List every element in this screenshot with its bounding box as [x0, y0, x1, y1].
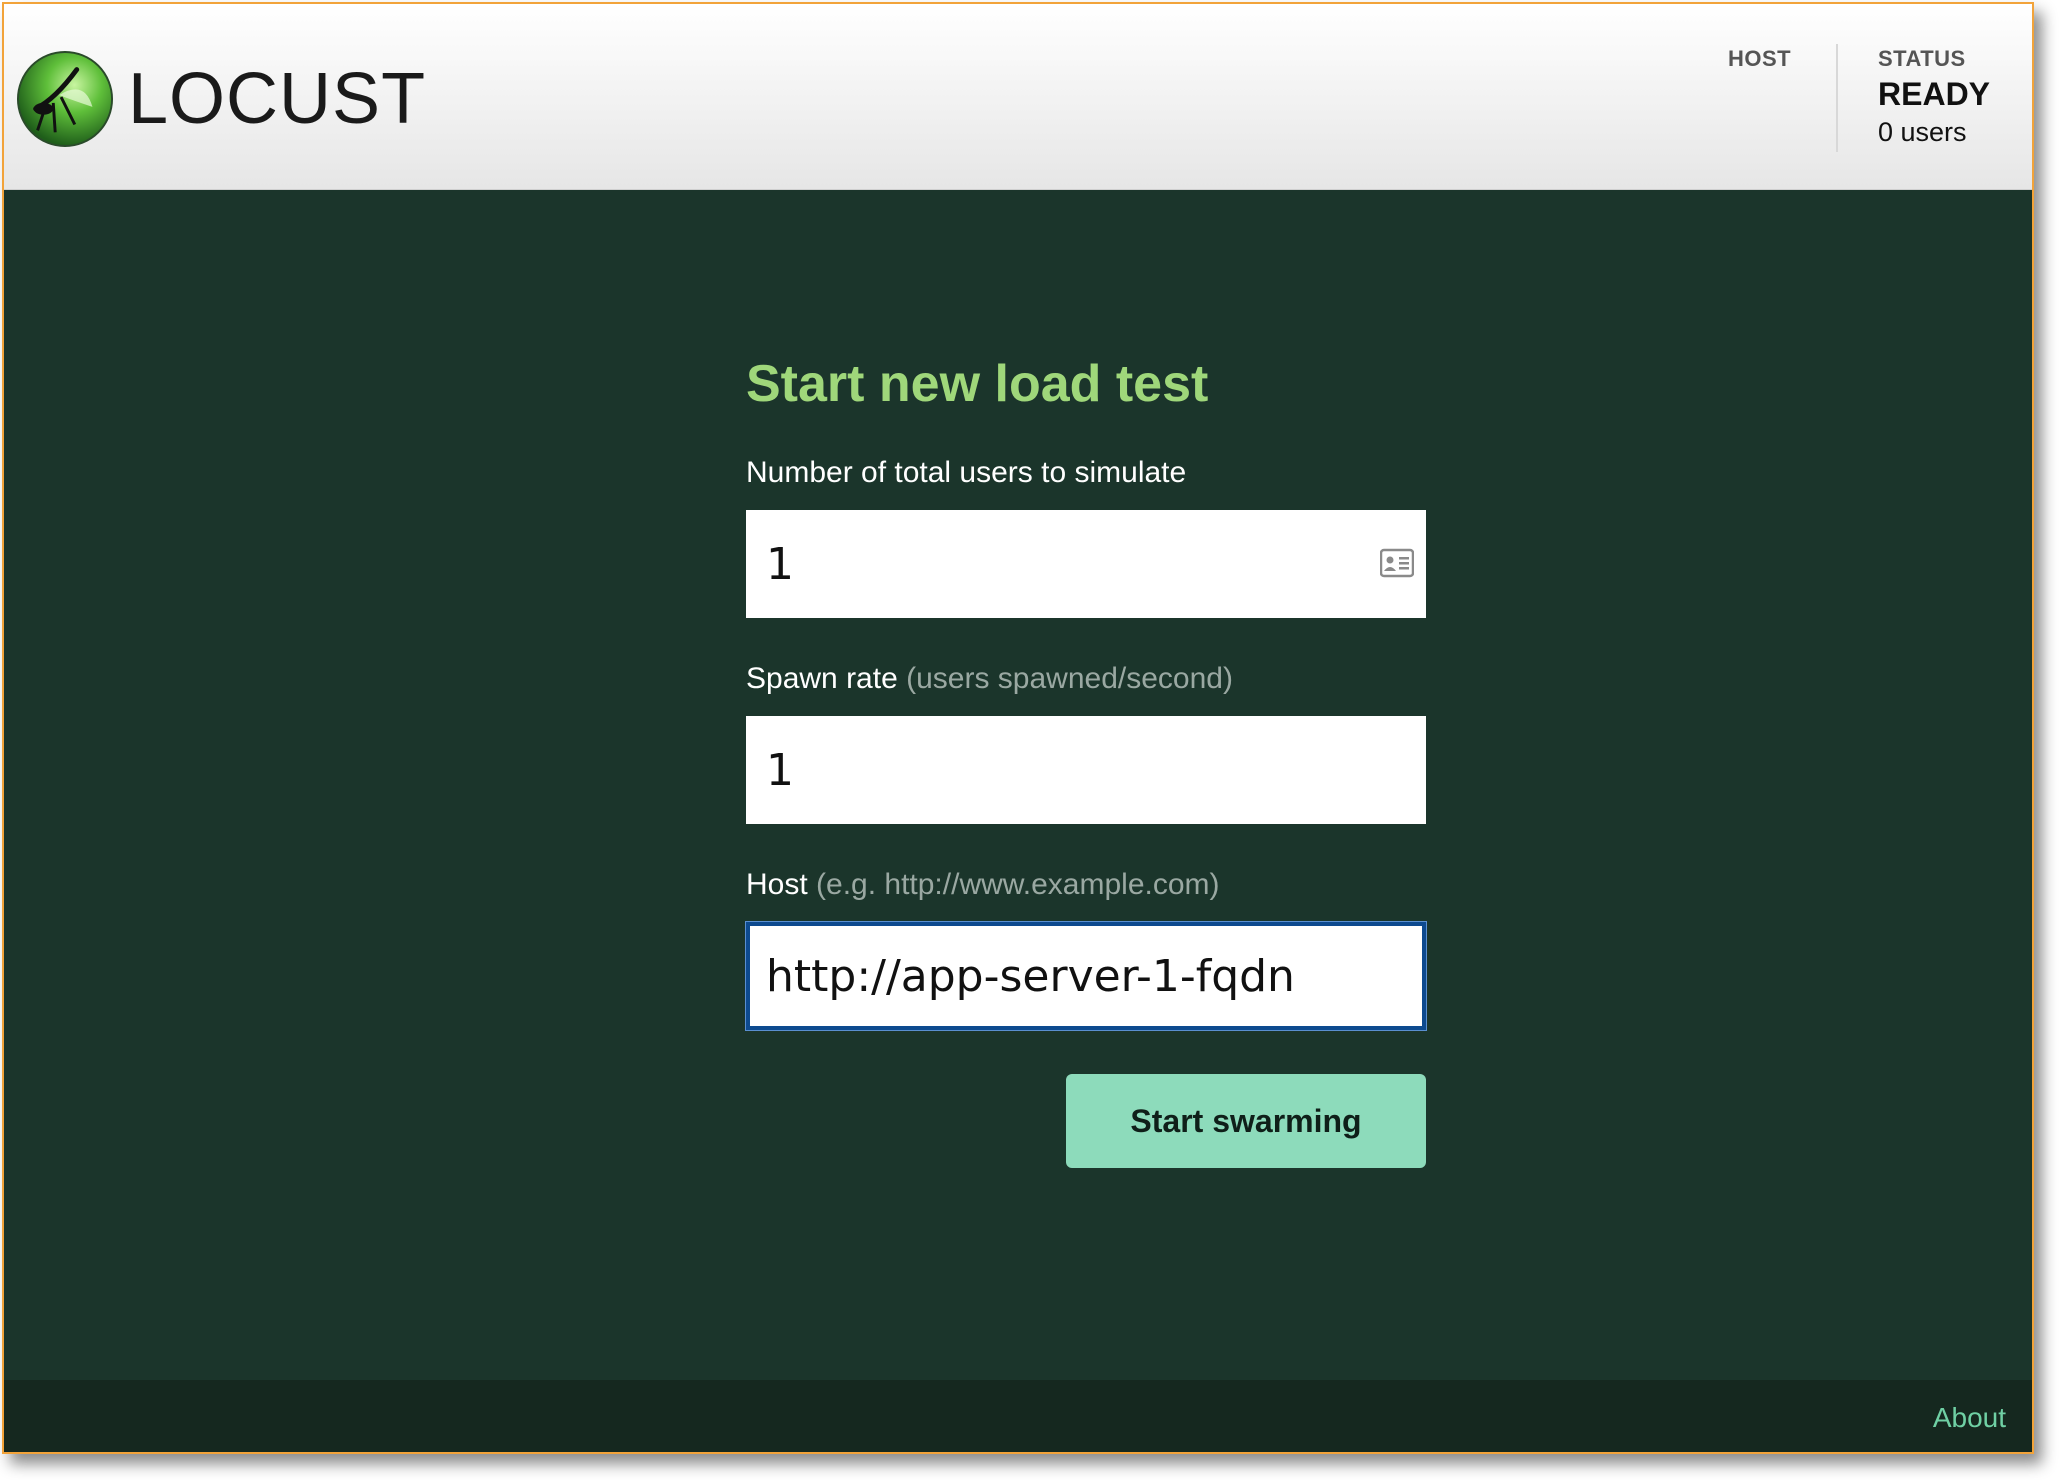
user-count: 0 users — [1878, 117, 1967, 147]
users-field — [746, 510, 1426, 618]
start-test-form: Start new load test Number of total user… — [746, 354, 1426, 1168]
spawn-rate-input[interactable] — [746, 716, 1426, 824]
host-field — [746, 922, 1426, 1030]
footer: About — [4, 1380, 2032, 1452]
form-actions: Start swarming — [746, 1074, 1426, 1168]
locust-logo-icon — [16, 50, 114, 148]
host-label: HOST — [1728, 46, 1792, 71]
about-link[interactable]: About — [1933, 1402, 2006, 1434]
logo[interactable]: LOCUST — [16, 50, 426, 148]
host-hint: (e.g. http://www.example.com) — [816, 868, 1220, 901]
host-input[interactable] — [750, 926, 1422, 1026]
spawn-rate-field — [746, 716, 1426, 824]
host-label-text: Host — [746, 868, 808, 901]
spawn-rate-label-text: Spawn rate — [746, 662, 898, 695]
app-window: LOCUST HOST STATUS READY 0 users Start n… — [2, 2, 2034, 1454]
users-field-label: Number of total users to simulate — [746, 456, 1426, 490]
status-label: STATUS — [1878, 46, 1966, 71]
host-info: HOST — [1728, 46, 1791, 72]
logo-text: LOCUST — [128, 59, 427, 139]
autofill-contact-card-icon[interactable] — [1380, 548, 1414, 578]
status-info: STATUS READY 0 users — [1878, 46, 1990, 148]
users-input[interactable] — [746, 510, 1426, 618]
spawn-rate-hint: (users spawned/second) — [906, 662, 1233, 695]
status-value: READY — [1878, 76, 1991, 112]
header: LOCUST HOST STATUS READY 0 users — [4, 4, 2032, 190]
page-title: Start new load test — [746, 355, 1209, 413]
users-label-text: Number of total users to simulate — [746, 456, 1187, 489]
host-field-label: Host (e.g. http://www.example.com) — [746, 868, 1426, 902]
spawn-rate-field-label: Spawn rate (users spawned/second) — [746, 662, 1426, 696]
header-divider — [1836, 44, 1838, 152]
start-swarming-button[interactable]: Start swarming — [1066, 1074, 1426, 1168]
